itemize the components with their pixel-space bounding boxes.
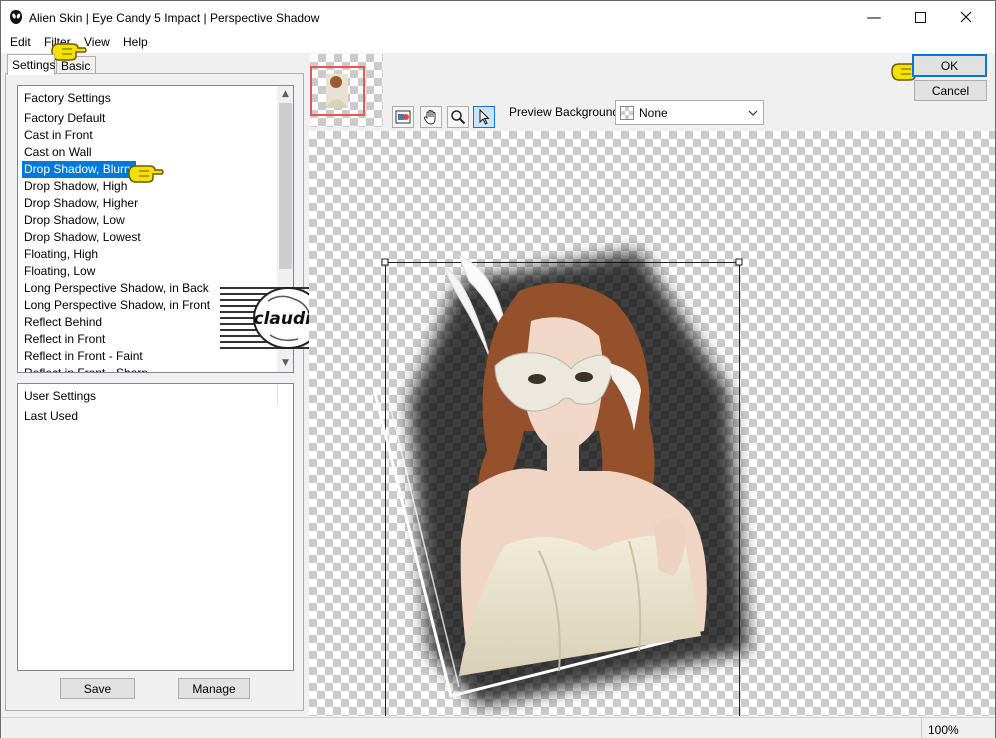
maximize-button[interactable] [897, 1, 943, 33]
hand-pointer-icon [51, 43, 87, 61]
minimize-icon: — [866, 8, 882, 26]
close-icon [960, 11, 972, 23]
scroll-down-icon[interactable]: ▼ [277, 358, 293, 368]
preview-background-label: Preview Background: [509, 105, 623, 119]
navigator-thumbnail[interactable] [310, 54, 383, 127]
list-item[interactable]: Cast in Front [22, 127, 95, 144]
list-item[interactable]: Drop Shadow, High [22, 178, 129, 195]
user-list-separator [277, 384, 278, 406]
user-settings-list[interactable]: User Settings Last Used [17, 383, 294, 671]
list-item-selected[interactable]: Drop Shadow, Blurry [22, 161, 137, 178]
cancel-button[interactable]: Cancel [914, 80, 987, 101]
status-separator [921, 718, 922, 738]
arrow-select-icon [479, 109, 490, 125]
select-tool[interactable] [473, 106, 495, 128]
list-item[interactable]: Floating, High [22, 246, 100, 263]
manage-button[interactable]: Manage [178, 678, 250, 699]
ok-button[interactable]: OK [912, 54, 987, 77]
window-title: Alien Skin | Eye Candy 5 Impact | Perspe… [29, 11, 320, 25]
list-item[interactable]: Drop Shadow, Higher [22, 195, 140, 212]
status-bar: 100% [1, 717, 995, 738]
app-logo-icon [10, 10, 22, 24]
preview-background-value: None [639, 106, 668, 120]
list-item[interactable]: Reflect Behind [22, 314, 104, 331]
navigator-view-frame[interactable] [310, 66, 365, 116]
minimize-button[interactable]: — [851, 1, 897, 33]
list-item[interactable]: Last Used [22, 408, 80, 425]
maximize-icon [914, 11, 926, 23]
hand-tool[interactable] [420, 106, 442, 128]
list-item[interactable]: Floating, Low [22, 263, 97, 280]
title-bar: Alien Skin | Eye Candy 5 Impact | Perspe… [1, 1, 995, 33]
user-settings-header: User Settings [24, 389, 97, 403]
menu-bar: Edit Filter View Help [1, 33, 995, 53]
none-swatch [620, 106, 634, 120]
list-item[interactable]: Long Perspective Shadow, in Front [22, 297, 212, 314]
scrollbar-thumb[interactable] [279, 103, 292, 269]
eye-candy-window: Alien Skin | Eye Candy 5 Impact | Perspe… [0, 0, 996, 738]
zoom-tool[interactable] [447, 106, 469, 128]
preview-image [373, 251, 749, 716]
thumbnail-image [326, 74, 348, 108]
list-item[interactable]: Reflect in Front [22, 331, 107, 348]
list-item[interactable]: Reflect in Front - Sharp [22, 365, 150, 372]
list-item[interactable]: Long Perspective Shadow, in Back [22, 280, 211, 297]
preview-canvas[interactable] [309, 131, 995, 716]
dropdown-arrow-icon [748, 110, 758, 116]
hand-pointer-icon [128, 165, 164, 183]
hand-icon [423, 110, 436, 125]
list-item[interactable]: Reflect in Front - Faint [22, 348, 145, 365]
menu-edit[interactable]: Edit [10, 35, 31, 49]
zoom-level: 100% [928, 723, 959, 737]
list-item[interactable]: Drop Shadow, Low [22, 212, 127, 229]
tab-settings[interactable]: Settings [7, 54, 55, 75]
navigator-icon [395, 110, 411, 124]
save-button[interactable]: Save [60, 678, 135, 699]
zoom-icon [451, 110, 466, 125]
list-item[interactable]: Factory Default [22, 110, 107, 127]
scroll-up-icon[interactable]: ▲ [277, 89, 293, 99]
navigator-tool[interactable] [392, 106, 414, 128]
list-item[interactable]: Drop Shadow, Lowest [22, 229, 143, 246]
menu-help[interactable]: Help [123, 35, 148, 49]
preview-background-select[interactable]: None [615, 100, 764, 125]
close-button[interactable] [943, 1, 989, 33]
factory-settings-header: Factory Settings [24, 91, 111, 105]
list-item[interactable]: Cast on Wall [22, 144, 94, 161]
